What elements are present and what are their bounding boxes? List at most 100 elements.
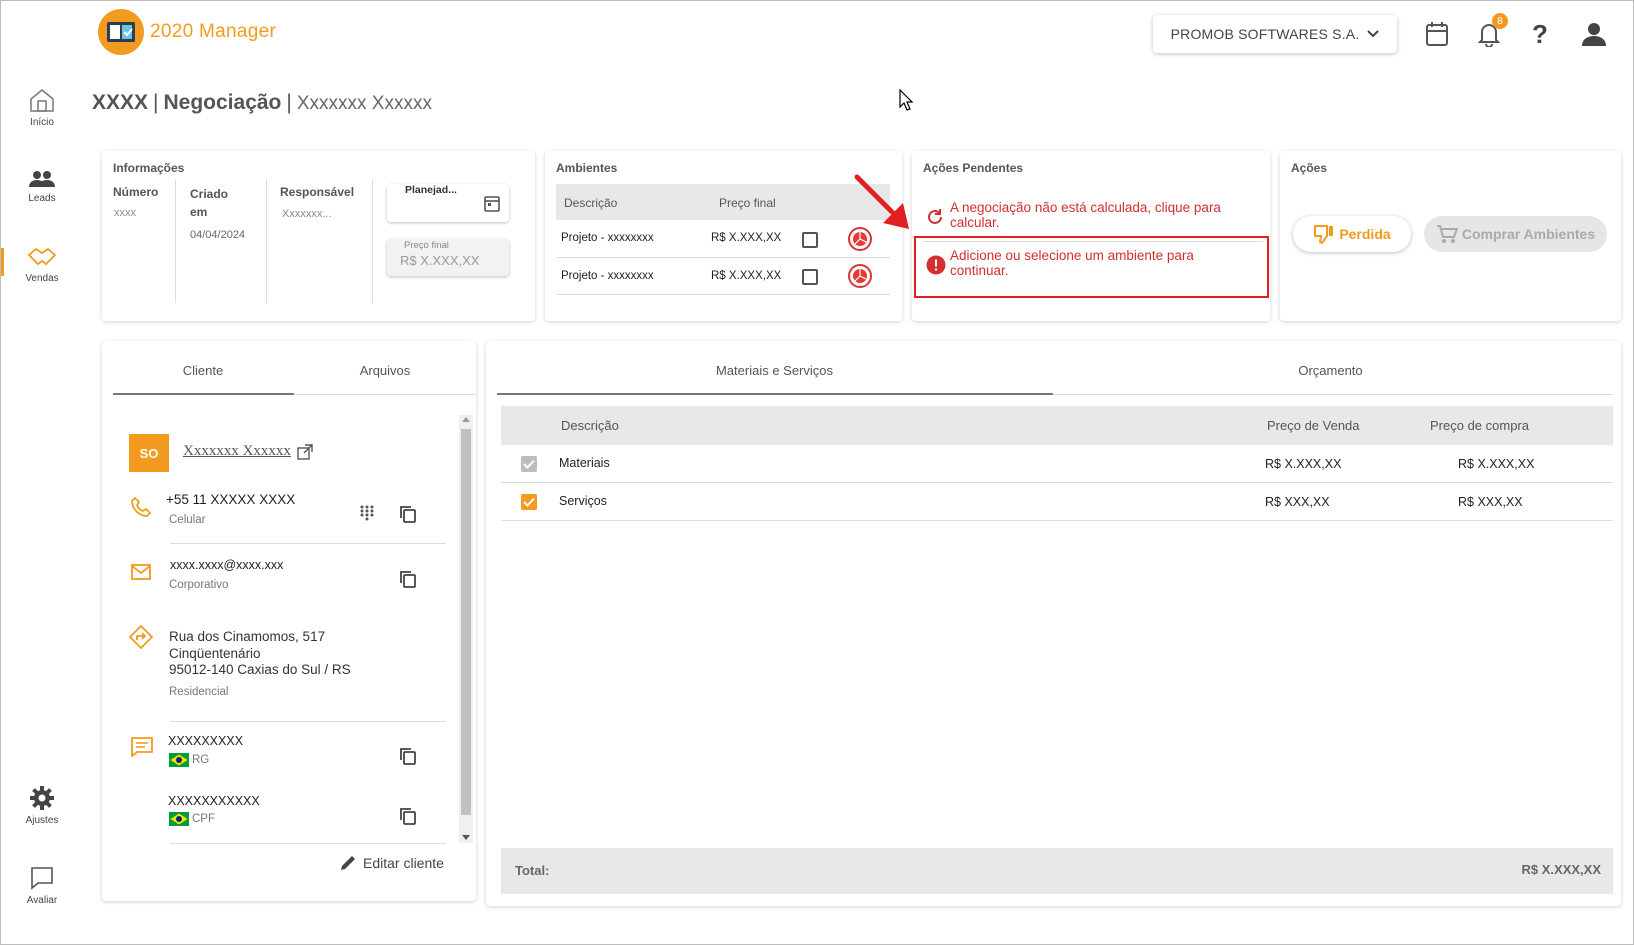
mouse-cursor-icon [899, 89, 913, 111]
total-bar: Total: R$ X.XXX,XX [501, 848, 1613, 894]
col-descricao: Descrição [564, 196, 618, 210]
table-row[interactable]: Materiais R$ X.XXX,XX R$ X.XXX,XX [501, 445, 1613, 483]
row-checkbox[interactable] [521, 494, 537, 510]
sidebar-item-label: Início [30, 117, 54, 128]
directions-icon [129, 625, 153, 649]
sidebar-item-vendas[interactable]: Vendas [1, 245, 83, 284]
help-icon: ? [1532, 18, 1548, 49]
ambiente-desc: Projeto - xxxxxxxx [561, 270, 654, 282]
scroll-down-icon[interactable] [462, 835, 470, 840]
row-buy-price: R$ X.XXX,XX [1458, 457, 1535, 471]
tab-active-indicator [497, 393, 1053, 395]
pencil-icon [341, 856, 355, 870]
check-icon [523, 497, 535, 507]
brazil-flag-icon [169, 753, 189, 767]
status-field[interactable]: Planejad... [387, 184, 509, 222]
ambiente-chart-button[interactable] [848, 264, 872, 288]
user-menu-button[interactable] [1579, 19, 1609, 49]
title-separator: | [286, 91, 292, 114]
status-value: Planejad... [405, 184, 457, 196]
people-icon [29, 171, 55, 187]
client-name-link[interactable]: Xxxxxxx Xxxxxx [183, 443, 313, 460]
row-desc: Materiais [559, 456, 610, 470]
buy-ambientes-button: Comprar Ambientes [1424, 216, 1607, 252]
numero-value: xxxx [114, 207, 136, 219]
copy-icon[interactable] [398, 569, 418, 589]
page-title: XXXX | Negociação | Xxxxxxx Xxxxxx [92, 91, 432, 115]
mark-lost-button[interactable]: Perdida [1293, 216, 1411, 252]
ambiente-row[interactable]: Projeto - xxxxxxxx R$ X.XXX,XX [556, 221, 890, 258]
negotiation-label: Negociação [163, 91, 282, 114]
cart-icon [1436, 225, 1458, 243]
help-button[interactable]: ? [1525, 19, 1555, 49]
copy-icon[interactable] [398, 806, 418, 826]
scrollbar-thumb[interactable] [461, 429, 471, 815]
divider [175, 179, 176, 303]
tab-bar-border [1053, 394, 1613, 395]
preco-final-field: Preço final R$ X.XXX,XX [387, 239, 509, 276]
app-logo[interactable]: 2020 Manager [98, 9, 276, 55]
negotiation-code: XXXX [92, 91, 149, 114]
sidebar-item-label: Vendas [25, 273, 59, 284]
ambiente-row[interactable]: Projeto - xxxxxxxx R$ X.XXX,XX [556, 258, 890, 295]
address-line: Cinqüentenário [169, 645, 261, 661]
client-name: Xxxxxxx Xxxxxx [183, 443, 291, 459]
ambiente-price: R$ X.XXX,XX [711, 232, 782, 244]
sidebar-item-label: Avaliar [26, 895, 58, 906]
dialpad-icon[interactable] [360, 505, 374, 521]
client-panel [102, 341, 476, 901]
tab-orcamento[interactable]: Orçamento [1053, 363, 1608, 378]
document-value: XXXXXXXXXXX [168, 794, 260, 808]
sidebar-item-leads[interactable]: Leads [1, 169, 83, 204]
ambientes-table-header: Descrição Preço final [556, 184, 890, 220]
ambiente-checkbox[interactable] [802, 269, 818, 285]
avatar-initials: SO [139, 445, 159, 461]
sidebar-item-avaliar[interactable]: Avaliar [1, 865, 83, 906]
tab-materiais-servicos[interactable]: Materiais e Serviços [497, 363, 1052, 378]
client-scrollbar[interactable] [459, 415, 473, 843]
company-name: PROMOB SOFTWARES S.A. [1170, 26, 1360, 42]
sidebar-item-label: Leads [28, 193, 56, 204]
ambientes-card-title: Ambientes [556, 161, 618, 175]
ambiente-checkbox[interactable] [802, 232, 818, 248]
document-type: RG [192, 754, 210, 766]
acoes-title: Ações [1291, 161, 1328, 175]
pending-text: Adicione ou selecione um ambiente para [950, 248, 1194, 263]
sidebar-item-ajustes[interactable]: Ajustes [1, 785, 83, 826]
email-icon [131, 564, 151, 580]
address-line: Rua dos Cinamomos, 517 [169, 629, 326, 644]
avatar: SO [129, 434, 169, 472]
responsavel-value: Xxxxxxx... [282, 208, 332, 220]
user-icon [1582, 23, 1606, 46]
error-icon [926, 255, 946, 275]
row-buy-price: R$ XXX,XX [1458, 495, 1523, 509]
edit-client-button[interactable]: Editar cliente [339, 854, 444, 872]
notifications-button[interactable]: 8 [1474, 13, 1508, 49]
row-desc: Serviços [559, 494, 607, 508]
scroll-up-icon[interactable] [462, 417, 470, 422]
calendar-button[interactable] [1422, 19, 1452, 49]
acoes-pendentes-title: Ações Pendentes [923, 161, 1024, 175]
table-row[interactable]: Serviços R$ XXX,XX R$ XXX,XX [501, 483, 1613, 521]
calendar-icon[interactable] [484, 194, 500, 212]
tab-active-indicator [113, 393, 294, 395]
col-preco-final: Preço final [719, 196, 776, 210]
tab-cliente[interactable]: Cliente [113, 363, 293, 378]
company-selector[interactable]: PROMOB SOFTWARES S.A. [1153, 15, 1397, 53]
sidebar-item-inicio[interactable]: Início [1, 87, 83, 128]
phone-type: Celular [169, 514, 206, 526]
divider [923, 241, 1263, 242]
tab-bar-border [294, 394, 475, 395]
chevron-down-icon [1367, 30, 1380, 38]
copy-icon[interactable] [398, 504, 418, 524]
numero-label: Número [113, 185, 159, 199]
doc-type-row: RG [169, 753, 209, 767]
copy-icon[interactable] [398, 746, 418, 766]
preco-final-label: Preço final [404, 240, 449, 251]
check-icon [523, 459, 535, 469]
email-address: xxxx.xxxx@xxxx.xxx [170, 558, 284, 572]
thumbs-down-icon [1314, 225, 1334, 244]
address-line: 95012-140 Caxias do Sul / RS [169, 662, 351, 677]
tab-arquivos[interactable]: Arquivos [295, 363, 475, 378]
pie-chart-icon [853, 269, 867, 283]
